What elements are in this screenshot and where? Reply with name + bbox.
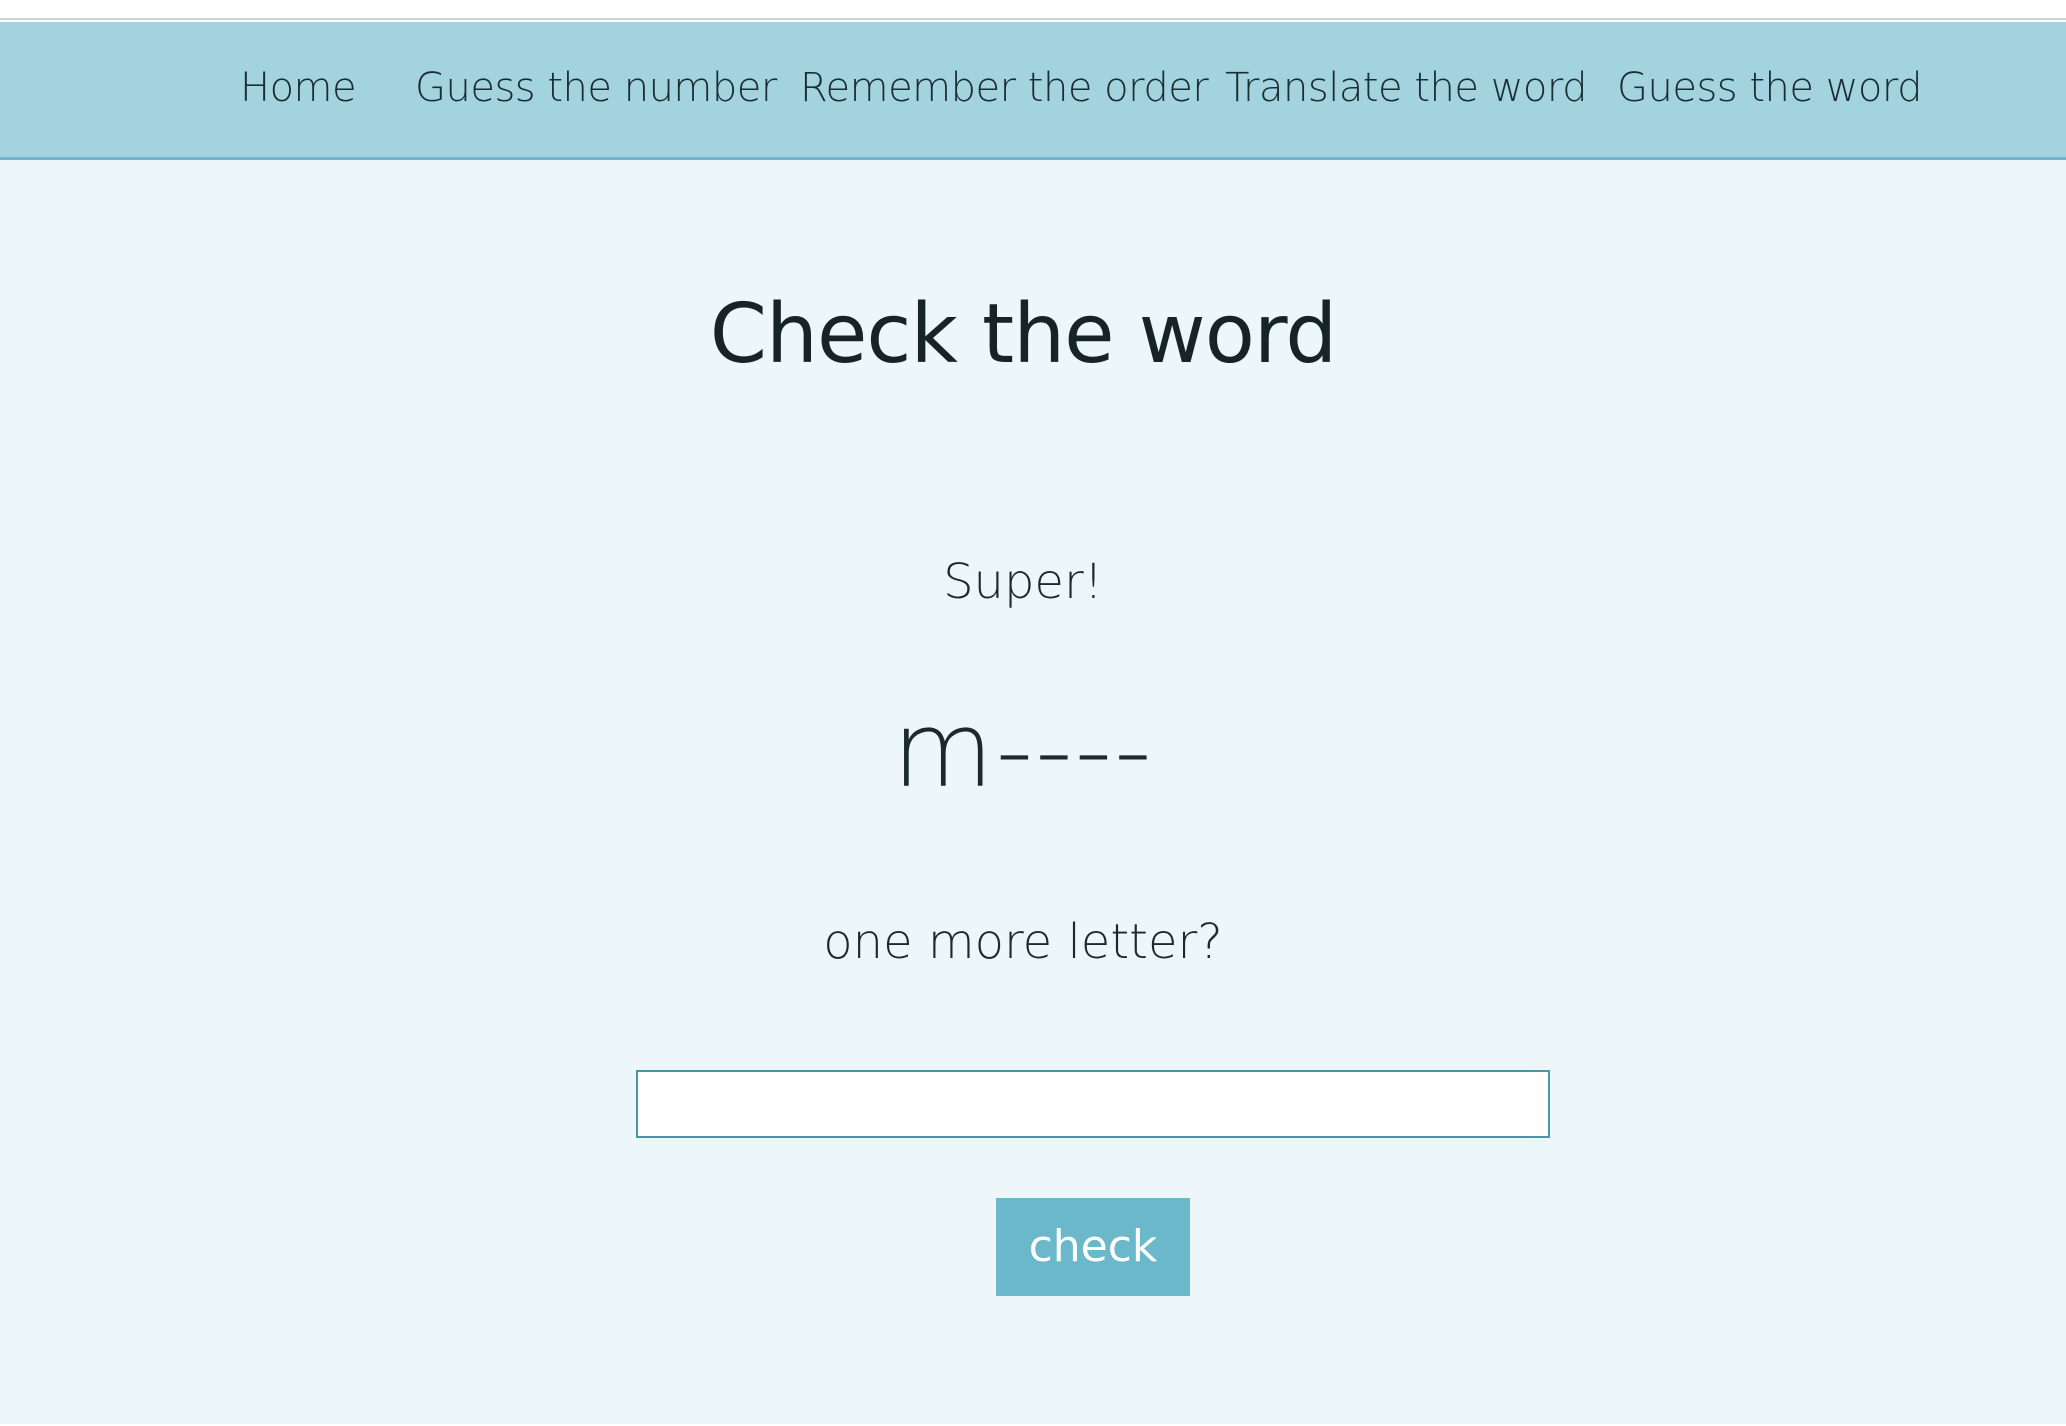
nav-item-remember-the-order[interactable]: Remember the order [800, 22, 1209, 157]
page-title: Check the word [709, 287, 1338, 382]
feedback-message: Super! [943, 554, 1103, 610]
window-top-strip [0, 0, 2066, 20]
letter-prompt: one more letter? [823, 914, 1223, 970]
nav-item-guess-the-number[interactable]: Guess the number [415, 22, 777, 157]
nav-item-translate-the-word[interactable]: Translate the word [1225, 22, 1588, 157]
word-mask: m---- [892, 689, 1154, 811]
check-button[interactable]: check [996, 1198, 1190, 1296]
letter-input[interactable] [636, 1070, 1550, 1138]
main-navigation: Home Guess the number Remember the order… [0, 22, 2066, 160]
nav-item-home[interactable]: Home [240, 22, 357, 157]
nav-item-guess-the-word[interactable]: Guess the word [1617, 22, 1923, 157]
